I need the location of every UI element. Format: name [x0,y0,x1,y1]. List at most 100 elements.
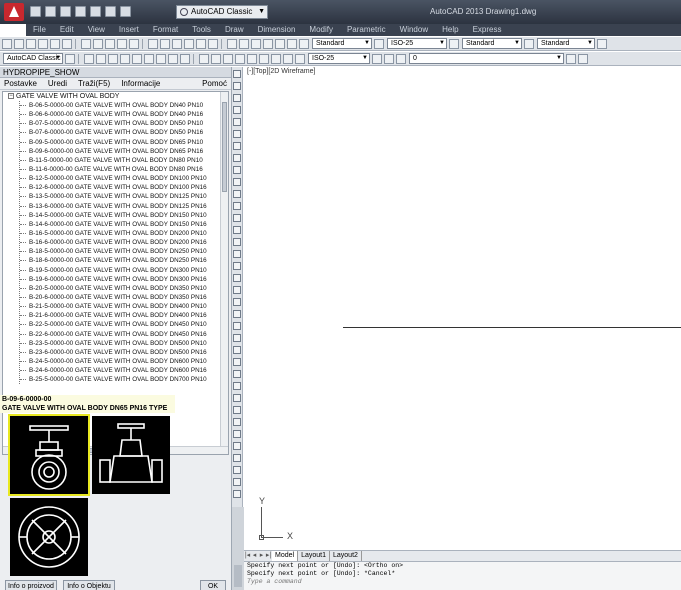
line-icon[interactable] [84,53,94,64]
preview-front-view[interactable] [8,414,90,496]
polyline-icon[interactable] [108,53,118,64]
menu-parametric[interactable]: Parametric [340,24,393,36]
tree-item[interactable]: B-23-5-0000-00 GATE VALVE WITH OVAL BODY… [3,339,228,348]
ellipse-arc-icon[interactable] [233,190,241,198]
redo-icon[interactable] [120,6,131,17]
explode-icon[interactable] [233,490,241,498]
mleader-style-combo[interactable]: Standard ▼ [537,38,595,49]
last-tab-icon[interactable]: ▸| [265,551,272,561]
drawn-line[interactable] [343,327,681,328]
diameter-dimension-icon[interactable] [247,53,257,64]
zoom-previous-icon[interactable] [208,38,218,49]
menu-tools[interactable]: Tools [185,24,218,36]
menu-draw[interactable]: Draw [218,24,251,36]
tree-item[interactable]: B-23-6-0000-00 GATE VALVE WITH OVAL BODY… [3,348,228,357]
tool-palettes-icon[interactable] [251,38,261,49]
ordinate-dimension-icon[interactable] [223,53,233,64]
text-style-icon[interactable] [299,38,309,49]
tree-item[interactable]: B-19-5-0000-00 GATE VALVE WITH OVAL BODY… [3,266,228,275]
properties-icon[interactable] [227,38,237,49]
ellipse-icon[interactable] [233,178,241,186]
tree-item[interactable]: B-12-6-0000-00 GATE VALVE WITH OVAL BODY… [3,183,228,192]
tree-item[interactable]: B-13-5-0000-00 GATE VALVE WITH OVAL BODY… [3,192,228,201]
menu-help[interactable]: Help [435,24,465,36]
tab-layout1[interactable]: Layout1 [298,551,330,561]
revision-cloud-icon[interactable] [233,154,241,162]
layer-state-icon[interactable] [396,53,406,64]
trim-icon[interactable] [233,418,241,426]
tree-item[interactable]: B-21-6-0000-00 GATE VALVE WITH OVAL BODY… [3,311,228,320]
polygon-icon[interactable] [120,53,130,64]
polygon-icon[interactable] [233,106,241,114]
info-object-button[interactable]: Info o Objektu [63,580,115,590]
redo-icon[interactable] [160,38,170,49]
tree-vertical-scrollbar[interactable] [220,92,228,447]
menu-postavke[interactable]: Postavke [4,78,37,89]
tree-item[interactable]: B-07-5-0000-00 GATE VALVE WITH OVAL BODY… [3,119,228,128]
fillet-icon[interactable] [233,478,241,486]
break-icon[interactable] [233,442,241,450]
tree-item[interactable]: B-14-6-0000-00 GATE VALVE WITH OVAL BODY… [3,220,228,229]
save-icon[interactable] [26,38,36,49]
first-tab-icon[interactable]: |◂ [244,551,251,561]
command-input[interactable]: Type a command [247,578,681,586]
menu-dimension[interactable]: Dimension [251,24,303,36]
menu-uredi[interactable]: Uredi [48,78,67,89]
menu-format[interactable]: Format [146,24,185,36]
menu-pomoc[interactable]: Pomoć [202,78,227,89]
tree-item[interactable]: B-13-6-0000-00 GATE VALVE WITH OVAL BODY… [3,202,228,211]
tree-item[interactable]: B-24-6-0000-00 GATE VALVE WITH OVAL BODY… [3,366,228,375]
tree-item[interactable]: B-25-5-0000-00 GATE VALVE WITH OVAL BODY… [3,375,228,384]
add-selected-icon[interactable] [233,298,241,306]
region-icon[interactable] [233,262,241,270]
dim-style-icon[interactable] [374,38,384,49]
construction-line-icon[interactable] [96,53,106,64]
markup-icon[interactable] [275,38,285,49]
tree-item[interactable]: B-19-6-0000-00 GATE VALVE WITH OVAL BODY… [3,275,228,284]
rectangle-icon[interactable] [233,118,241,126]
layer-combo[interactable]: 0 ▼ [409,53,564,64]
rectangle-icon[interactable] [132,53,142,64]
arc-icon[interactable] [233,130,241,138]
baseline-dimension-icon[interactable] [283,53,293,64]
text-style-combo[interactable]: Standard ▼ [312,38,372,49]
tree-item[interactable]: B-18-5-0000-00 GATE VALVE WITH OVAL BODY… [3,247,228,256]
polyline-icon[interactable] [233,94,241,102]
menu-insert[interactable]: Insert [112,24,146,36]
make-current-icon[interactable] [566,53,576,64]
copy-icon[interactable] [93,38,103,49]
command-line-grip[interactable] [234,565,242,587]
tree-item[interactable]: B-21-5-0000-00 GATE VALVE WITH OVAL BODY… [3,302,228,311]
spline-icon[interactable] [233,166,241,174]
plot-preview-icon[interactable] [50,38,60,49]
tree-item[interactable]: B-06-5-0000-00 GATE VALVE WITH OVAL BODY… [3,101,228,110]
ok-button[interactable]: OK [200,580,226,590]
pan-icon[interactable] [172,38,182,49]
multiline-text-icon[interactable] [233,286,241,294]
circle-icon[interactable] [156,53,166,64]
menu-window[interactable]: Window [393,24,435,36]
collapse-icon[interactable]: − [8,93,14,100]
dim-style-combo[interactable]: ISO-25 ▼ [387,38,447,49]
offset-icon[interactable] [233,346,241,354]
spline-icon[interactable] [180,53,190,64]
stretch-icon[interactable] [233,406,241,414]
tree-item[interactable]: B-18-6-0000-00 GATE VALVE WITH OVAL BODY… [3,256,228,265]
tree-item[interactable]: B-09-6-0000-00 GATE VALVE WITH OVAL BODY… [3,147,228,156]
line-icon[interactable] [233,70,241,78]
paste-icon[interactable] [105,38,115,49]
tab-model[interactable]: Model [272,551,299,561]
array-icon[interactable] [233,358,241,366]
circle-icon[interactable] [233,142,241,150]
calculator-icon[interactable] [287,38,297,49]
arc-icon[interactable] [144,53,154,64]
publish-icon[interactable] [62,38,72,49]
tree-item[interactable]: B-06-6-0000-00 GATE VALVE WITH OVAL BODY… [3,110,228,119]
angular-dimension-icon[interactable] [259,53,269,64]
aligned-dimension-icon[interactable] [211,53,221,64]
workspace-switcher[interactable]: AutoCAD Classic ▼ [176,5,268,19]
menu-informacije[interactable]: Informacije [121,78,160,89]
menu-trazi[interactable]: Traži(F5) [78,78,110,89]
open-icon[interactable] [14,38,24,49]
point-icon[interactable] [233,226,241,234]
